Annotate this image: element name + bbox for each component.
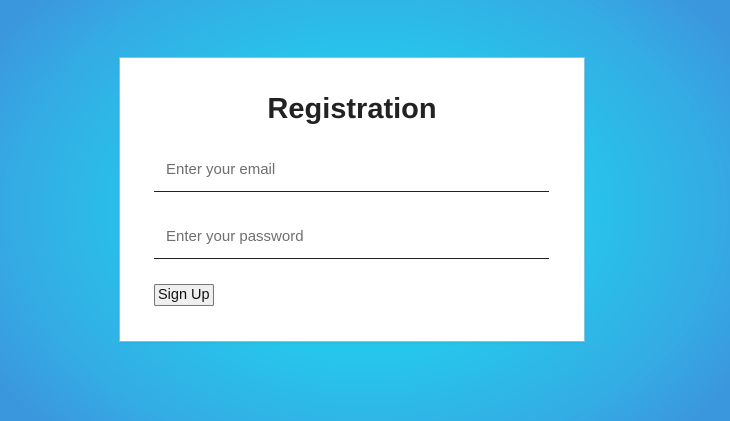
registration-card: Registration Sign Up [120, 58, 584, 341]
sign-up-button[interactable]: Sign Up [154, 284, 214, 306]
form-title: Registration [267, 93, 437, 125]
email-input[interactable] [154, 148, 549, 192]
password-input[interactable] [154, 215, 549, 259]
